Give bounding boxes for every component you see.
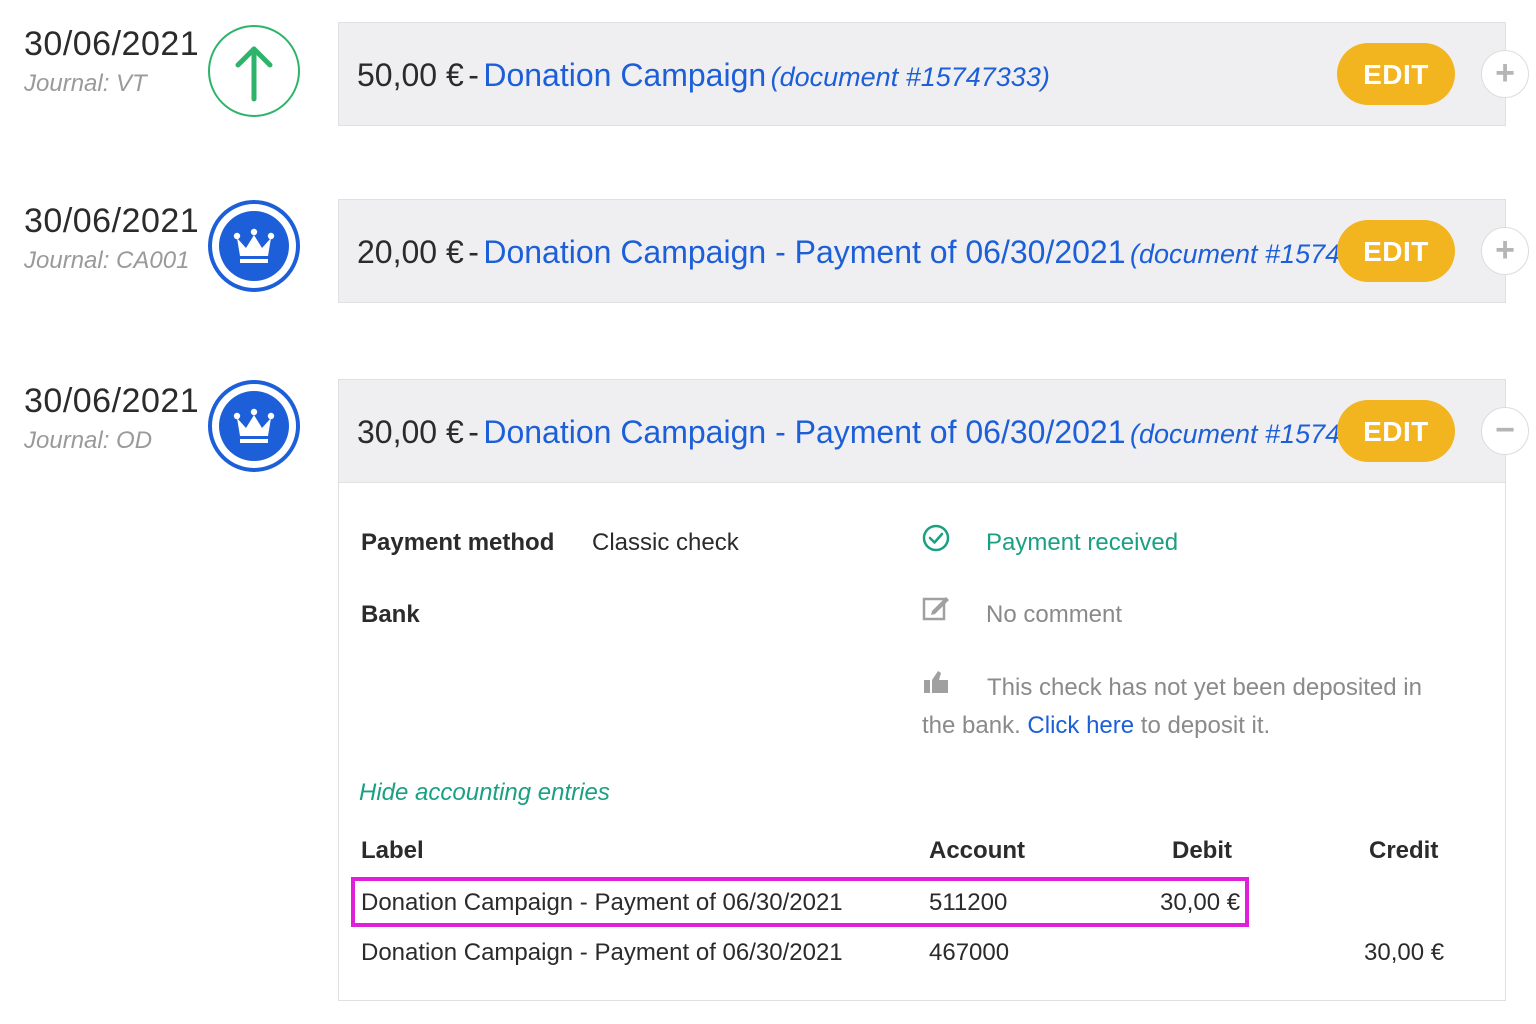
entry-details-panel: Payment method Classic check Bank Paymen… — [339, 482, 1505, 1000]
edit-button[interactable]: EDIT — [1337, 43, 1455, 105]
edit-button[interactable]: EDIT — [1337, 400, 1455, 462]
arrow-up-icon — [208, 25, 300, 117]
payment-status: Payment received — [986, 529, 1179, 556]
row-label: Donation Campaign - Payment of 06/30/202… — [361, 939, 843, 966]
payment-method-label: Payment method — [361, 529, 555, 556]
entry-date: 30/06/2021 — [24, 25, 200, 63]
entry-title-link[interactable]: Donation Campaign — [483, 57, 766, 93]
entry-journal: Journal: CA001 — [24, 247, 190, 274]
entry-card-header[interactable]: 50,00 € - Donation Campaign (document #1… — [339, 23, 1529, 125]
edit-comment-icon[interactable] — [921, 593, 951, 623]
row-label: Donation Campaign - Payment of 06/30/202… — [361, 889, 843, 916]
entry-amount: 50,00 € — [357, 57, 464, 93]
row-account: 511200 — [929, 889, 1008, 916]
entry-summary: 20,00 € - Donation Campaign - Payment of… — [357, 234, 1409, 277]
entry-row-expanded: 30/06/2021 Journal: OD 30,00 € - Donatio… — [0, 379, 1536, 1001]
entry-journal: Journal: VT — [24, 70, 147, 97]
entry-summary: 30,00 € - Donation Campaign - Payment of… — [357, 414, 1409, 457]
entry-card: 20,00 € - Donation Campaign - Payment of… — [338, 199, 1529, 303]
comment-text: No comment — [986, 601, 1123, 628]
entry-date-block: 30/06/2021 Journal: VT — [24, 24, 204, 98]
separator: - — [468, 234, 479, 270]
column-header-debit: Debit — [1172, 837, 1232, 864]
entry-summary: 50,00 € - Donation Campaign (document #1… — [357, 57, 1050, 100]
payment-method-value: Classic check — [592, 529, 739, 556]
separator: - — [468, 414, 479, 450]
deposit-link[interactable]: Click here — [1027, 712, 1134, 739]
expand-toggle-icon[interactable]: + — [1481, 50, 1529, 98]
entry-title-link[interactable]: Donation Campaign - Payment of 06/30/202… — [483, 414, 1125, 450]
entry-date-block: 30/06/2021 Journal: OD — [24, 381, 204, 455]
check-circle-icon — [922, 524, 950, 552]
crown-icon-fill — [219, 211, 289, 281]
deposit-notice: This check has not yet been deposited in… — [922, 669, 1442, 745]
entry-card-header[interactable]: 20,00 € - Donation Campaign - Payment of… — [339, 200, 1529, 302]
entry-title-link[interactable]: Donation Campaign - Payment of 06/30/202… — [483, 234, 1125, 270]
row-debit: 30,00 € — [1160, 889, 1241, 916]
entry-amount: 30,00 € — [357, 414, 464, 450]
deposit-notice-suffix: to deposit it. — [1140, 712, 1271, 739]
entry-date: 30/06/2021 — [24, 202, 200, 240]
entry-card: 30,00 € - Donation Campaign - Payment of… — [338, 379, 1529, 1001]
crown-icon-fill — [219, 391, 289, 461]
entry-card: 50,00 € - Donation Campaign (document #1… — [338, 22, 1529, 126]
column-header-label: Label — [361, 837, 424, 864]
entry-amount: 20,00 € — [357, 234, 464, 270]
row-credit: 30,00 € — [1364, 939, 1445, 966]
column-header-credit: Credit — [1369, 837, 1439, 864]
edit-button[interactable]: EDIT — [1337, 220, 1455, 282]
collapse-toggle-icon[interactable]: − — [1481, 407, 1529, 455]
entry-date: 30/06/2021 — [24, 382, 200, 420]
entry-date-block: 30/06/2021 Journal: CA001 — [24, 201, 204, 275]
crown-icon — [208, 200, 300, 292]
entry-row: 30/06/2021 Journal: CA001 20,00 € - Dona… — [0, 199, 1536, 309]
row-account: 467000 — [929, 939, 1010, 966]
hide-accounting-entries-link[interactable]: Hide accounting entries — [359, 779, 610, 807]
expand-toggle-icon[interactable]: + — [1481, 227, 1529, 275]
document-reference[interactable]: (document #15747333) — [771, 62, 1050, 92]
crown-icon — [208, 380, 300, 472]
column-header-account: Account — [929, 837, 1025, 864]
entry-card-header[interactable]: 30,00 € - Donation Campaign - Payment of… — [339, 380, 1529, 482]
bank-label: Bank — [361, 601, 420, 628]
entry-journal: Journal: OD — [24, 427, 153, 454]
separator: - — [468, 57, 479, 93]
entry-row: 30/06/2021 Journal: VT 50,00 € - Donatio… — [0, 22, 1536, 132]
